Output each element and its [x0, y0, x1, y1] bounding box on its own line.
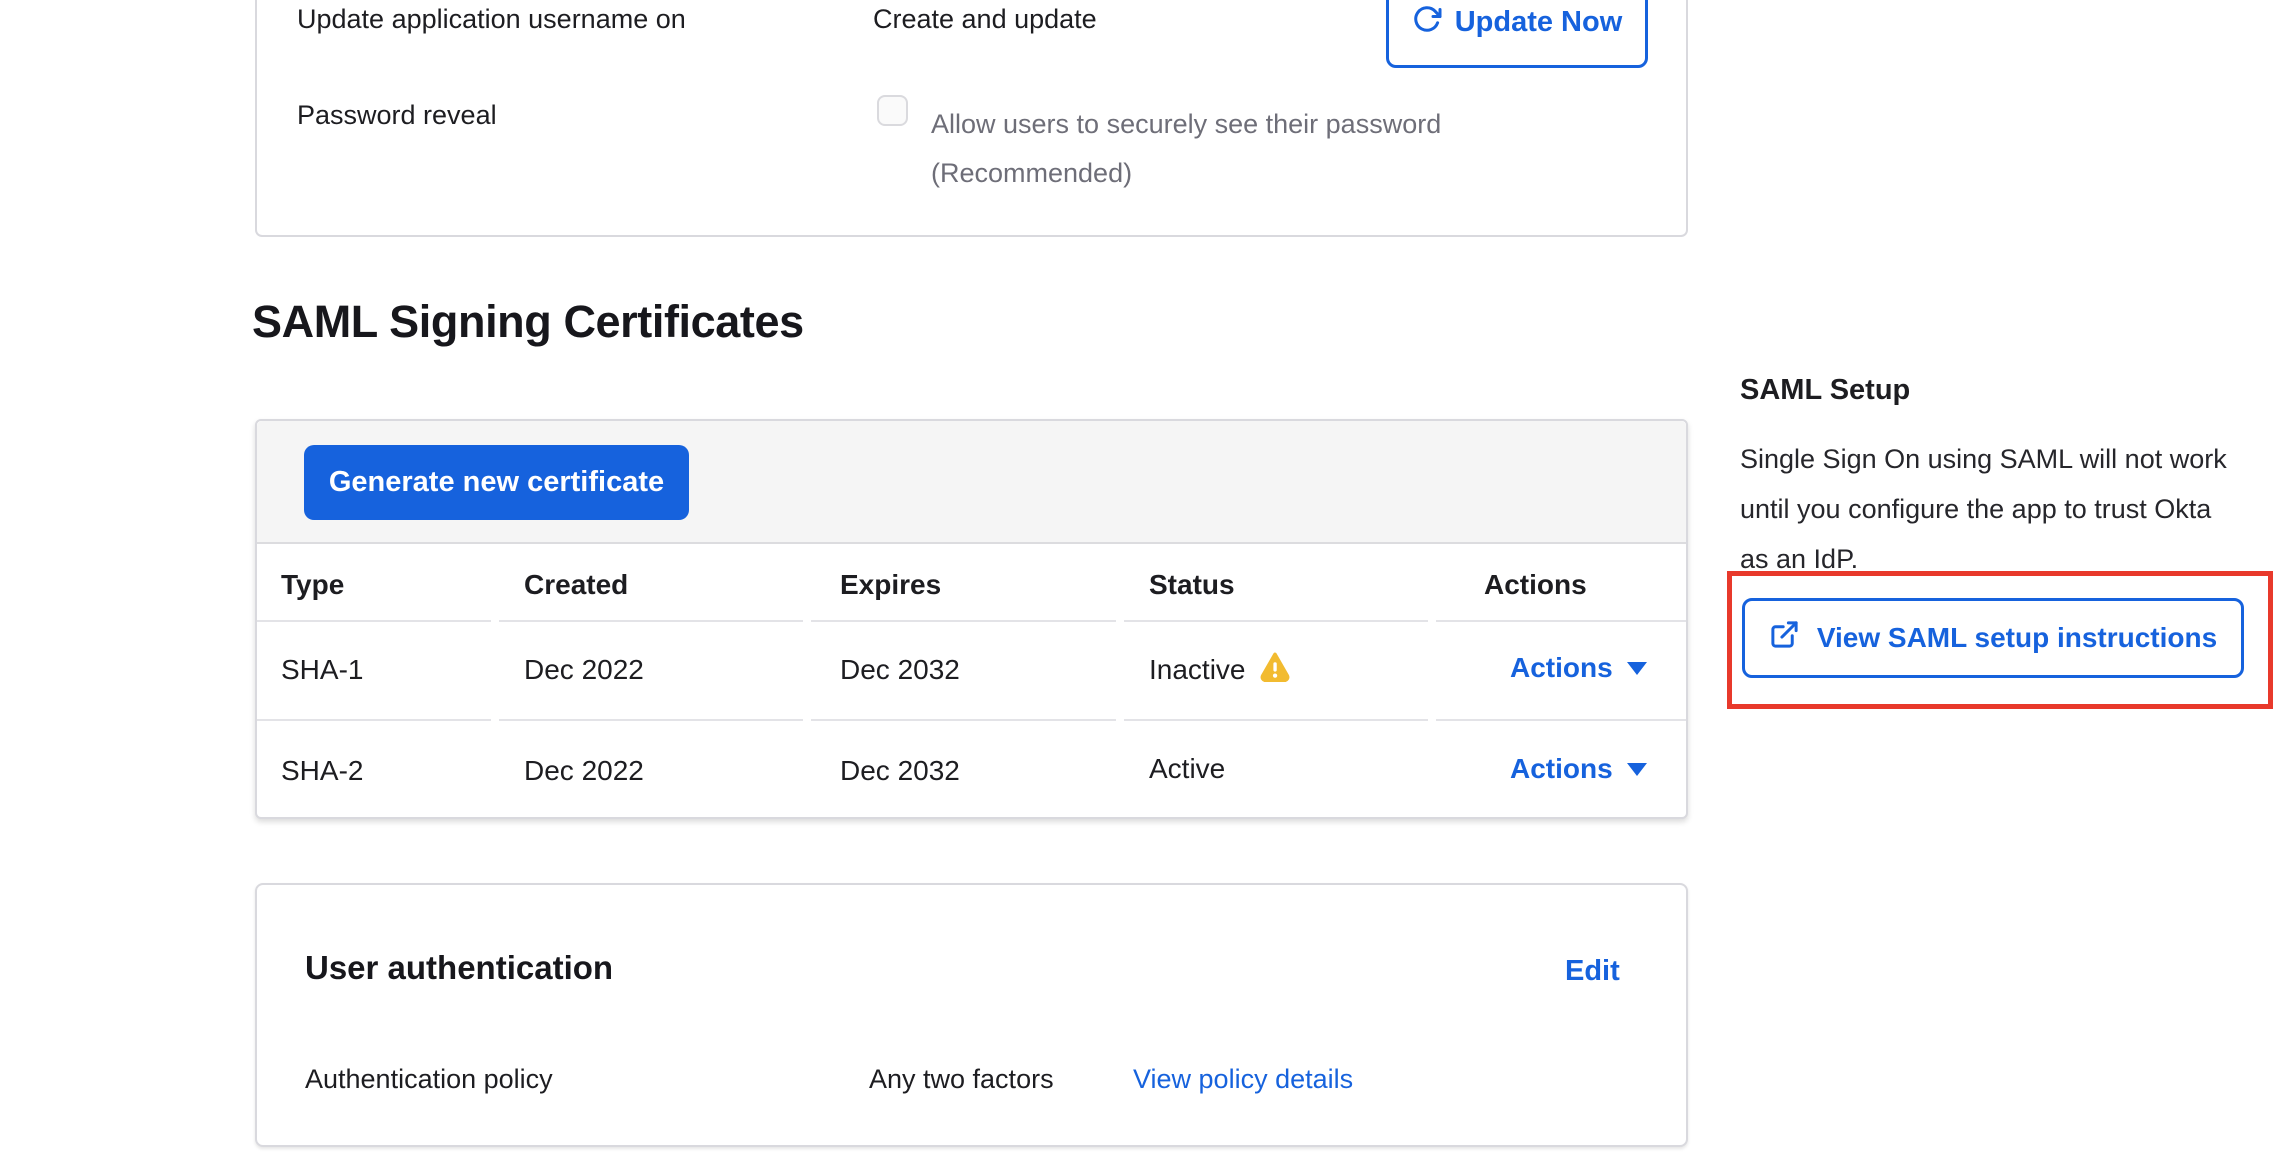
certificates-table-card: Generate new certificate Type Created Ex… — [255, 419, 1688, 819]
view-policy-details-link[interactable]: View policy details — [1133, 1064, 1353, 1095]
column-header-type: Type — [281, 569, 344, 601]
refresh-icon — [1412, 4, 1442, 42]
user-authentication-heading: User authentication — [305, 949, 613, 987]
update-now-label: Update Now — [1455, 6, 1623, 39]
table-header-divider — [257, 620, 1686, 622]
cert-actions-menu-button[interactable]: Actions — [1510, 753, 1647, 785]
user-authentication-card: User authentication Edit Authentication … — [255, 883, 1688, 1147]
column-header-actions: Actions — [1484, 569, 1587, 601]
okta-app-settings-page: Update application username on Create an… — [0, 0, 2279, 1158]
update-username-value: Create and update — [873, 4, 1097, 35]
actions-label: Actions — [1510, 753, 1613, 785]
chevron-down-icon — [1627, 763, 1647, 776]
cert-actions-menu-button[interactable]: Actions — [1510, 652, 1647, 684]
external-link-icon — [1769, 619, 1800, 657]
saml-setup-heading: SAML Setup — [1740, 374, 1910, 407]
cert-type-cell: SHA-1 — [281, 654, 363, 686]
cert-expires-cell: Dec 2032 — [840, 654, 960, 686]
cert-created-cell: Dec 2022 — [524, 654, 644, 686]
warning-icon — [1259, 650, 1291, 689]
generate-new-certificate-button[interactable]: Generate new certificate — [304, 445, 689, 520]
update-now-button[interactable]: Update Now — [1386, 0, 1648, 68]
password-reveal-option-label: Allow users to securely see their passwo… — [931, 100, 1631, 198]
cert-expires-cell: Dec 2032 — [840, 755, 960, 787]
cert-created-cell: Dec 2022 — [524, 755, 644, 787]
cert-type-cell: SHA-2 — [281, 755, 363, 787]
column-header-created: Created — [524, 569, 628, 601]
actions-label: Actions — [1510, 652, 1613, 684]
edit-link[interactable]: Edit — [1565, 955, 1620, 988]
status-text: Active — [1149, 753, 1225, 785]
update-username-label: Update application username on — [297, 4, 686, 35]
status-text: Inactive — [1149, 654, 1246, 686]
password-reveal-checkbox[interactable] — [877, 95, 908, 126]
column-header-status: Status — [1149, 569, 1235, 601]
saml-signing-certificates-heading: SAML Signing Certificates — [252, 296, 804, 348]
authentication-policy-label: Authentication policy — [305, 1064, 553, 1095]
app-settings-card: Update application username on Create an… — [255, 0, 1688, 237]
cert-status-cell: Inactive — [1149, 650, 1291, 689]
chevron-down-icon — [1627, 662, 1647, 675]
saml-setup-description: Single Sign On using SAML will not work … — [1740, 434, 2230, 584]
view-saml-setup-instructions-button[interactable]: View SAML setup instructions — [1742, 598, 2244, 678]
cert-status-cell: Active — [1149, 753, 1225, 785]
column-header-expires: Expires — [840, 569, 941, 601]
authentication-policy-value: Any two factors — [869, 1064, 1054, 1095]
table-row-divider — [257, 719, 1686, 721]
password-reveal-label: Password reveal — [297, 100, 497, 131]
view-saml-setup-instructions-label: View SAML setup instructions — [1817, 622, 2217, 654]
